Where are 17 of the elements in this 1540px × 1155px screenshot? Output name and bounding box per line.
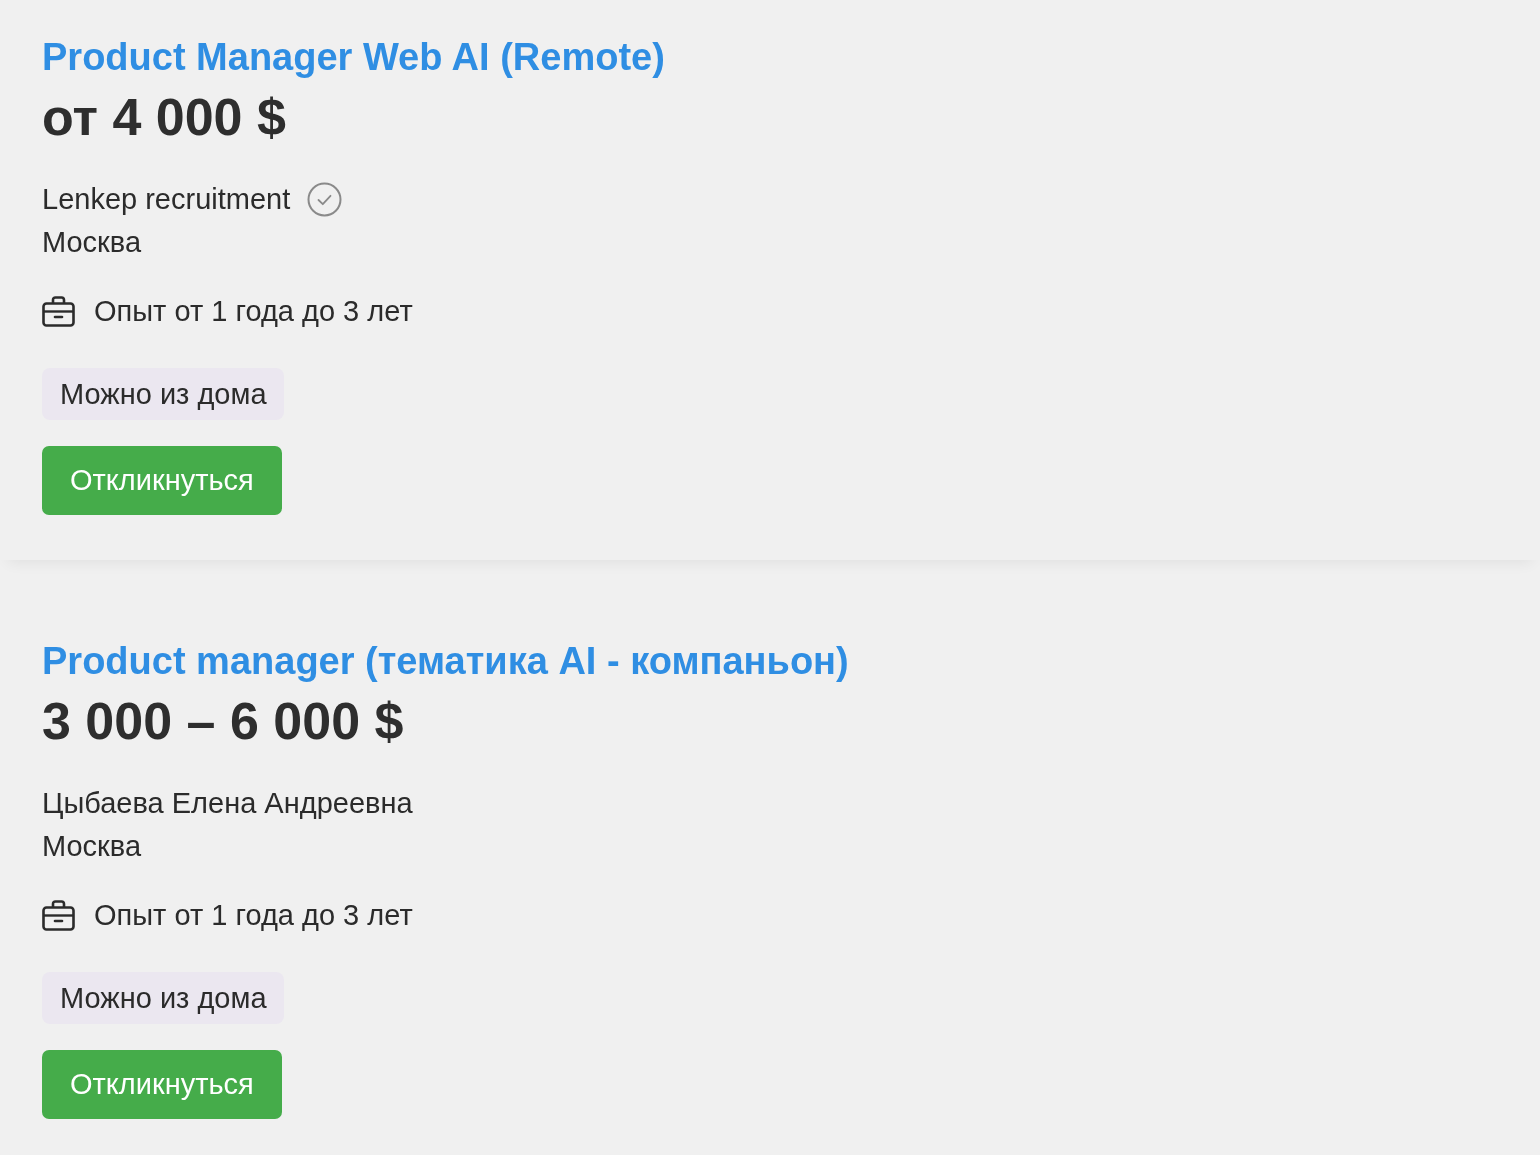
apply-button[interactable]: Откликнуться [42, 1050, 282, 1119]
briefcase-icon [42, 900, 75, 931]
company-name: Lenkep recruitment [42, 182, 291, 217]
remote-work-tag: Можно из дома [42, 368, 284, 420]
salary-text: 3 000 – 6 000 $ [42, 691, 404, 752]
vacancy-title-link[interactable]: Product Manager Web AI (Remote) [42, 34, 665, 80]
apply-button[interactable]: Откликнуться [42, 446, 282, 515]
experience-text: Опыт от 1 года до 3 лет [94, 898, 413, 933]
city-text: Москва [42, 829, 141, 864]
company-name: Цыбаева Елена Андреевна [42, 786, 413, 821]
salary-text: от 4 000 $ [42, 87, 286, 148]
vacancy-title-link[interactable]: Product manager (тематика AI - компаньон) [42, 638, 849, 684]
briefcase-icon [42, 296, 75, 327]
verified-check-icon [307, 182, 343, 217]
remote-work-tag: Можно из дома [42, 972, 284, 1024]
city-text: Москва [42, 225, 141, 260]
experience-text: Опыт от 1 года до 3 лет [94, 294, 413, 329]
